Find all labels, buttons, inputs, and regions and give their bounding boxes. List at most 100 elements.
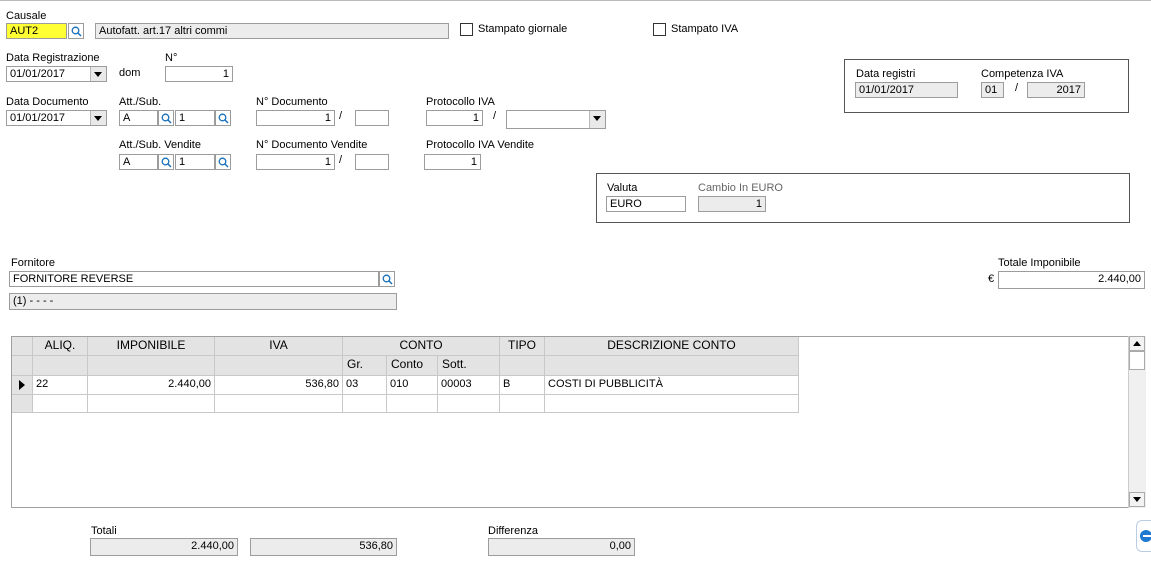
att-search-button[interactable] xyxy=(158,110,174,126)
sub-field[interactable]: 1 xyxy=(175,110,215,126)
conto-cell-empty[interactable] xyxy=(387,395,438,413)
data-documento-field[interactable]: 01/01/2017 xyxy=(6,110,107,126)
sott-subheader[interactable]: Sott. xyxy=(438,356,500,376)
tipo-header[interactable]: TIPO xyxy=(500,337,545,356)
causale-description-field: Autofatt. art.17 altri commi xyxy=(95,23,449,39)
sub-vendite-search-button[interactable] xyxy=(215,154,231,170)
totale-imponibile-field[interactable]: 2.440,00 xyxy=(998,271,1145,289)
protocollo-iva-vendite-field[interactable]: 1 xyxy=(424,154,481,170)
iva-cell[interactable]: 536,80 xyxy=(215,376,343,395)
aliq-header[interactable]: ALIQ. xyxy=(33,337,88,356)
gr-subheader[interactable]: Gr. xyxy=(343,356,387,376)
data-registrazione-value: 01/01/2017 xyxy=(10,68,66,80)
imponibile-cell-empty[interactable] xyxy=(88,395,215,413)
stampato-iva-checkbox[interactable] xyxy=(653,23,666,36)
imponibile-cell[interactable]: 2.440,00 xyxy=(88,376,215,395)
row-indicator-subheader xyxy=(12,356,33,376)
gr-cell[interactable]: 03 xyxy=(343,376,387,395)
stampato-giornale-checkbox[interactable] xyxy=(460,23,473,36)
tipo-cell[interactable]: B xyxy=(500,376,545,395)
descrizione-cell-empty[interactable] xyxy=(545,395,799,413)
conto-subheader[interactable]: Conto xyxy=(387,356,438,376)
imponibile-subheader xyxy=(88,356,215,376)
valuta-label: Valuta xyxy=(607,182,638,194)
chevron-down-icon[interactable] xyxy=(589,111,605,128)
causale-code-field[interactable]: AUT2 xyxy=(6,23,67,39)
att-vendite-search-button[interactable] xyxy=(158,154,174,170)
tipo-cell-empty[interactable] xyxy=(500,395,545,413)
fornitore-label: Fornitore xyxy=(11,257,56,269)
totale-imponibile-grid-field: 2.440,00 xyxy=(90,538,238,556)
n-documento-vendite-suffix-field[interactable] xyxy=(355,154,389,170)
stampato-iva-label: Stampato IVA xyxy=(671,23,739,35)
cambio-field: 1 xyxy=(698,196,766,212)
data-registri-field: 01/01/2017 xyxy=(855,82,958,98)
iva-subheader xyxy=(215,356,343,376)
att-field[interactable]: A xyxy=(119,110,158,126)
numero-field[interactable]: 1 xyxy=(165,66,233,82)
causale-search-button[interactable] xyxy=(68,23,84,39)
competenza-iva-label: Competenza IVA xyxy=(981,68,1064,80)
chevron-down-icon[interactable] xyxy=(90,111,106,125)
totale-imponibile-label: Totale Imponibile xyxy=(998,257,1081,269)
arrow-down-icon xyxy=(1133,497,1141,502)
differenza-label: Differenza xyxy=(488,525,538,537)
top-border xyxy=(0,0,1151,1)
iva-header[interactable]: IVA xyxy=(215,337,343,356)
sub-search-button[interactable] xyxy=(215,110,231,126)
sott-cell[interactable]: 00003 xyxy=(438,376,500,395)
descrizione-conto-header[interactable]: DESCRIZIONE CONTO xyxy=(545,337,799,356)
new-row-indicator[interactable] xyxy=(12,395,33,413)
fornitore-search-button[interactable] xyxy=(379,271,395,287)
grid-vertical-scrollbar[interactable] xyxy=(1128,336,1146,508)
competenza-year-field: 2017 xyxy=(1027,82,1085,98)
scroll-up-button[interactable] xyxy=(1129,336,1145,351)
scroll-thumb[interactable] xyxy=(1129,351,1145,370)
att-sub-vendite-label: Att./Sub. Vendite xyxy=(119,139,201,151)
protocollo-separator: / xyxy=(493,110,497,122)
data-registrazione-field[interactable]: 01/01/2017 xyxy=(6,66,107,82)
sott-cell-empty[interactable] xyxy=(438,395,500,413)
current-row-indicator[interactable] xyxy=(12,376,33,395)
att-vendite-field[interactable]: A xyxy=(119,154,158,170)
competenza-month-field: 01 xyxy=(981,82,1004,98)
conto-cell[interactable]: 010 xyxy=(387,376,438,395)
n-documento-vendite-field[interactable]: 1 xyxy=(256,154,335,170)
data-documento-label: Data Documento xyxy=(6,96,89,108)
sub-vendite-field[interactable]: 1 xyxy=(175,154,215,170)
protocollo-iva-vendite-label: Protocollo IVA Vendite xyxy=(426,139,535,151)
fornitore-info-field: (1) - - - - xyxy=(9,293,397,310)
gr-cell-empty[interactable] xyxy=(343,395,387,413)
protocollo-iva-label: Protocollo IVA xyxy=(426,96,495,108)
descrizione-subheader xyxy=(545,356,799,376)
protocollo-series-select[interactable] xyxy=(506,110,606,129)
differenza-field: 0,00 xyxy=(488,538,635,556)
cambio-label: Cambio In EURO xyxy=(698,182,783,194)
chevron-down-icon[interactable] xyxy=(90,67,106,81)
currency-symbol: € xyxy=(988,273,995,285)
descrizione-cell[interactable]: COSTI DI PUBBLICITÀ xyxy=(545,376,799,395)
aliq-cell-empty[interactable] xyxy=(33,395,88,413)
conto-header[interactable]: CONTO xyxy=(343,337,500,356)
data-registri-label: Data registri xyxy=(856,68,916,80)
scroll-down-button[interactable] xyxy=(1129,492,1145,507)
row-indicator-header xyxy=(12,337,33,356)
numero-label: N° xyxy=(165,52,178,64)
arrow-up-icon xyxy=(1133,341,1141,346)
n-documento-field[interactable]: 1 xyxy=(256,110,335,126)
navigation-arrow-button[interactable] xyxy=(1136,520,1151,552)
protocollo-iva-field[interactable]: 1 xyxy=(426,110,483,126)
aliq-cell[interactable]: 22 xyxy=(33,376,88,395)
arrow-right-icon xyxy=(19,380,25,390)
tipo-subheader xyxy=(500,356,545,376)
n-documento-separator: / xyxy=(339,110,343,122)
righe-iva-grid[interactable]: ALIQ. IMPONIBILE IVA CONTO TIPO DESCRIZI… xyxy=(11,336,1131,508)
n-documento-suffix-field[interactable] xyxy=(355,110,389,126)
valuta-field[interactable]: EURO xyxy=(606,196,686,212)
causale-label: Causale xyxy=(6,10,47,22)
iva-cell-empty[interactable] xyxy=(215,395,343,413)
competenza-separator: / xyxy=(1015,82,1019,94)
att-sub-label: Att./Sub. xyxy=(119,96,162,108)
imponibile-header[interactable]: IMPONIBILE xyxy=(88,337,215,356)
fornitore-field[interactable]: FORNITORE REVERSE xyxy=(9,271,379,287)
